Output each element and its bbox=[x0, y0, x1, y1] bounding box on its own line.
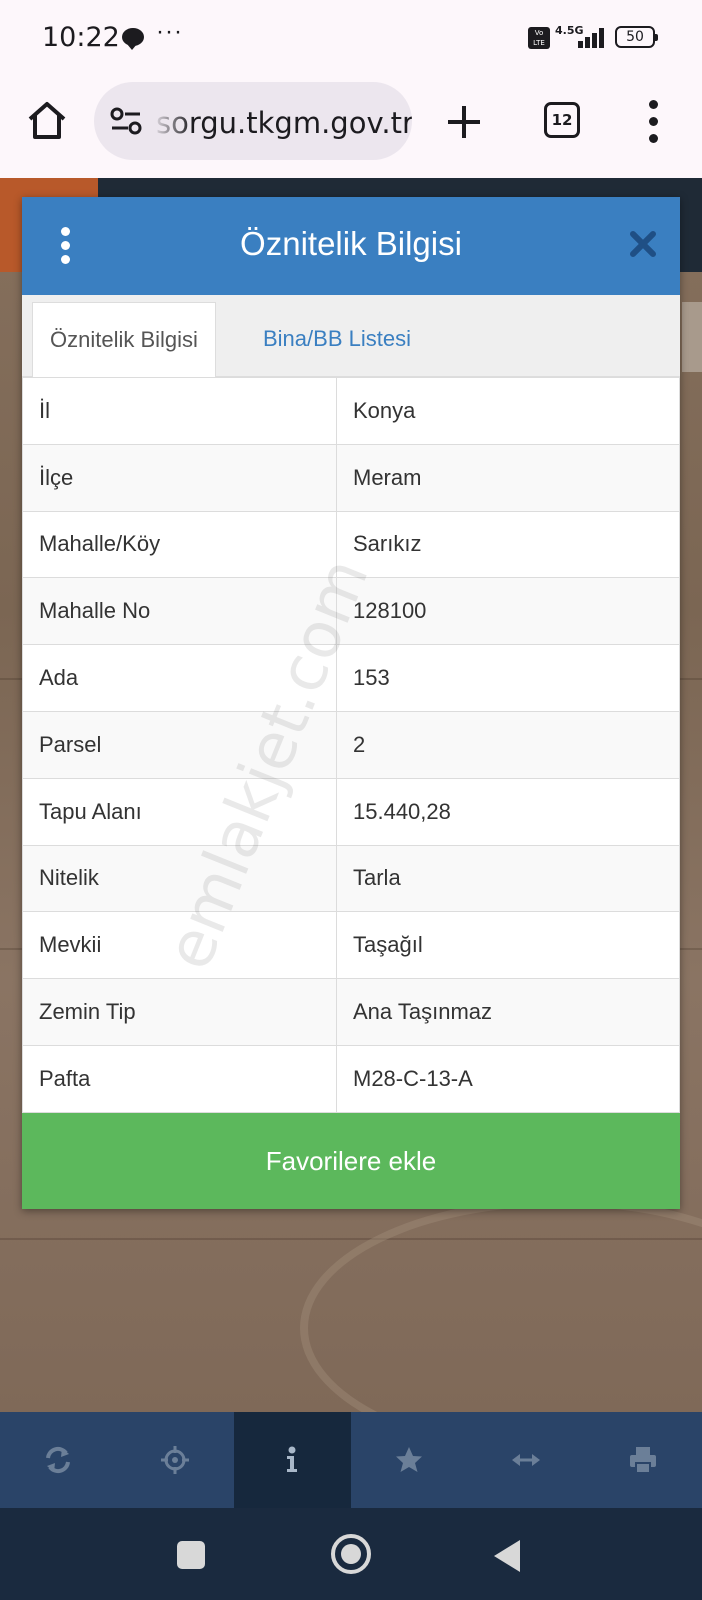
map-side-control bbox=[682, 302, 702, 372]
table-row: Tapu Alanı 15.440,28 bbox=[22, 777, 680, 846]
chat-notification-icon bbox=[122, 28, 144, 50]
refresh-button[interactable] bbox=[0, 1412, 117, 1508]
map-field-ring bbox=[300, 1198, 702, 1412]
star-icon bbox=[396, 1447, 422, 1472]
tab-switcher-button[interactable]: 12 bbox=[544, 102, 580, 138]
tab-attribute-info[interactable]: Öznitelik Bilgisi bbox=[32, 302, 216, 378]
back-icon[interactable] bbox=[494, 1540, 520, 1572]
attribute-key: Zemin Tip bbox=[22, 978, 337, 1046]
attribute-key: Mahalle No bbox=[22, 577, 337, 646]
tab-building-list[interactable]: Bina/BB Listesi bbox=[246, 302, 428, 378]
attribute-value: 2 bbox=[336, 710, 680, 779]
volte-icon: Vo LTE bbox=[528, 27, 550, 49]
browser-menu-icon[interactable] bbox=[644, 100, 664, 144]
print-button[interactable] bbox=[585, 1412, 702, 1508]
attribute-value: Meram bbox=[336, 443, 680, 512]
browser-toolbar: sorgu.tkgm.gov.tr 12 bbox=[0, 78, 702, 178]
table-row: Nitelik Tarla bbox=[22, 844, 680, 913]
attribute-value: Taşağıl bbox=[336, 911, 680, 980]
recents-icon[interactable] bbox=[177, 1541, 205, 1569]
table-row: Pafta M28-C-13-A bbox=[22, 1044, 680, 1113]
site-settings-icon[interactable] bbox=[110, 106, 142, 136]
close-icon[interactable] bbox=[628, 229, 658, 259]
attribute-value: M28-C-13-A bbox=[336, 1044, 680, 1113]
home-icon[interactable] bbox=[26, 100, 68, 142]
measure-button[interactable] bbox=[468, 1412, 585, 1508]
status-bar: 10:22 ··· Vo LTE 4.5G 50 bbox=[0, 0, 702, 78]
table-row: Mahalle/Köy Sarıkız bbox=[22, 510, 680, 579]
attribute-key: Parsel bbox=[22, 710, 337, 779]
modal-header: Öznitelik Bilgisi bbox=[22, 197, 680, 295]
refresh-icon bbox=[46, 1446, 70, 1474]
attribute-info-modal: Öznitelik Bilgisi Öznitelik Bilgisi Bina… bbox=[22, 197, 680, 1209]
attribute-value: Konya bbox=[336, 377, 680, 445]
attribute-value: 153 bbox=[336, 644, 680, 712]
app-bottom-nav bbox=[0, 1412, 702, 1508]
add-to-favorites-button[interactable]: Favorilere ekle bbox=[22, 1113, 680, 1209]
url-fade bbox=[152, 82, 192, 160]
attribute-key: Nitelik bbox=[22, 844, 337, 913]
attribute-key: İlçe bbox=[22, 443, 337, 512]
url-bar[interactable]: sorgu.tkgm.gov.tr bbox=[94, 82, 412, 160]
info-icon bbox=[287, 1446, 297, 1472]
table-row: Mevkii Taşağıl bbox=[22, 911, 680, 980]
print-icon bbox=[630, 1447, 656, 1474]
info-button[interactable] bbox=[234, 1412, 351, 1508]
table-row: Mahalle No 128100 bbox=[22, 577, 680, 646]
locate-button[interactable] bbox=[117, 1412, 234, 1508]
attribute-key: Pafta bbox=[22, 1044, 337, 1113]
attribute-key: Tapu Alanı bbox=[22, 777, 337, 846]
system-navigation-bar bbox=[0, 1508, 702, 1600]
attribute-table: İl Konya İlçe Meram Mahalle/Köy Sarıkız Mahall… bbox=[22, 377, 680, 1113]
new-tab-icon[interactable] bbox=[444, 102, 484, 142]
status-time: 10:22 bbox=[42, 22, 120, 53]
signal-icon bbox=[566, 26, 606, 48]
modal-tabs: Öznitelik Bilgisi Bina/BB Listesi bbox=[22, 295, 680, 378]
modal-title: Öznitelik Bilgisi bbox=[240, 225, 462, 262]
attribute-key: İl bbox=[22, 377, 337, 445]
attribute-value: Ana Taşınmaz bbox=[336, 978, 680, 1046]
battery-icon: 50 bbox=[615, 26, 658, 48]
attribute-key: Mahalle/Köy bbox=[22, 510, 337, 579]
attribute-value: Sarıkız bbox=[336, 510, 680, 579]
home-circle-icon[interactable] bbox=[331, 1534, 371, 1574]
table-row: İlçe Meram bbox=[22, 443, 680, 512]
locate-icon bbox=[161, 1446, 189, 1474]
attribute-key: Mevkii bbox=[22, 911, 337, 980]
table-row: İl Konya bbox=[22, 377, 680, 445]
table-row: Parsel 2 bbox=[22, 710, 680, 779]
table-row: Zemin Tip Ana Taşınmaz bbox=[22, 978, 680, 1046]
attribute-key: Ada bbox=[22, 644, 337, 712]
attribute-value: 15.440,28 bbox=[336, 777, 680, 846]
favorites-button[interactable] bbox=[351, 1412, 468, 1508]
url-text: sorgu.tkgm.gov.tr bbox=[156, 106, 412, 140]
attribute-value: 128100 bbox=[336, 577, 680, 646]
attribute-value: Tarla bbox=[336, 844, 680, 913]
measure-icon bbox=[512, 1454, 540, 1466]
more-notifications-indicator: ··· bbox=[156, 18, 183, 45]
table-row: Ada 153 bbox=[22, 644, 680, 712]
